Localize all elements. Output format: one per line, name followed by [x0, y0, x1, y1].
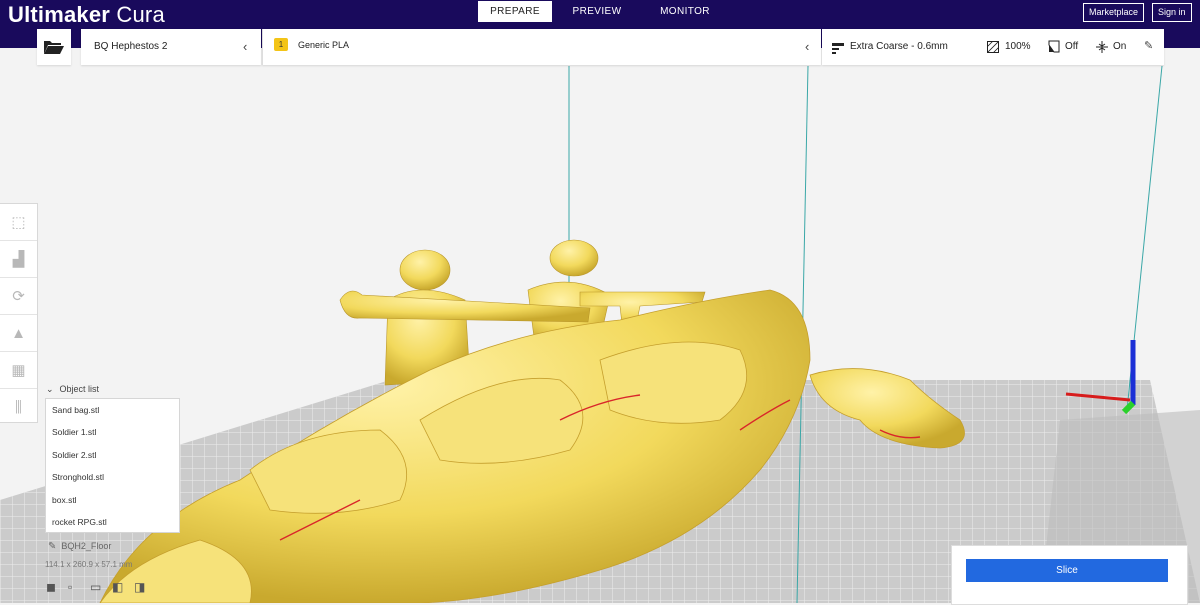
view-orientation-bar: ◼ ▫ ▭ ◧ ◨ [46, 580, 148, 594]
object-list: Sand bag.stl Soldier 1.stl Soldier 2.stl… [45, 398, 180, 533]
folder-open-icon [44, 41, 64, 54]
mirror-tool-button[interactable]: ▲ [0, 315, 37, 352]
support-blocker-icon: ⫼ [15, 398, 22, 416]
printer-name: BQ Hephestos 2 [94, 41, 168, 52]
quality-icon [832, 41, 844, 59]
sign-in-button[interactable]: Sign in [1152, 3, 1192, 22]
tool-panel: ⬚ ▟ ⟳ ▲ ▦ ⫼ [0, 203, 38, 423]
move-icon: ⬚ [11, 214, 26, 231]
view-top-icon[interactable]: ▭ [90, 580, 104, 594]
chevron-left-icon: ‹ [243, 39, 248, 54]
printer-selector[interactable]: BQ Hephestos 2 ‹ [81, 29, 261, 65]
chevron-left-icon: ‹ [805, 39, 810, 54]
pencil-icon[interactable]: ✎ [48, 541, 56, 552]
list-item[interactable]: rocket RPG.stl [46, 511, 179, 533]
tab-prepare[interactable]: PREPARE [478, 1, 552, 22]
slice-button[interactable]: Slice [966, 559, 1168, 582]
view-front-icon[interactable]: ▫ [68, 580, 82, 594]
print-settings-selector[interactable]: Extra Coarse - 0.6mm 100% Off On ✎ [822, 29, 1164, 65]
list-item[interactable]: Soldier 2.stl [46, 444, 179, 466]
material-name: Generic PLA [298, 40, 350, 50]
pencil-icon[interactable]: ✎ [1144, 39, 1153, 52]
object-list-toggle[interactable]: ⌄ Object list [46, 384, 99, 395]
stage-tabs: PREPARE PREVIEW MONITOR [478, 1, 732, 22]
support-blocker-button[interactable]: ⫼ [0, 389, 37, 425]
infill-icon [986, 40, 1000, 58]
build-volume-viewport[interactable] [0, 0, 1200, 603]
mirror-icon: ▲ [11, 324, 26, 342]
open-file-button[interactable] [37, 29, 71, 65]
move-tool-button[interactable]: ⬚ [0, 204, 37, 241]
scale-icon: ▟ [12, 251, 25, 268]
extruder-badge-icon: 1 [274, 38, 288, 51]
rotate-tool-button[interactable]: ⟳ [0, 278, 37, 315]
view-3d-icon[interactable]: ◼ [46, 580, 60, 594]
rotate-icon: ⟳ [12, 288, 25, 305]
per-model-settings-icon: ▦ [11, 362, 26, 379]
list-item[interactable]: box.stl [46, 489, 179, 511]
build-plate-name: BQH2_Floor [61, 541, 112, 551]
list-item[interactable]: Stronghold.stl [46, 466, 179, 488]
build-plate-info: ✎ BQH2_Floor [48, 541, 111, 552]
list-item[interactable]: Soldier 1.stl [46, 421, 179, 443]
model-dimensions: 114.1 x 260.9 x 57.1 mm [45, 560, 133, 569]
view-left-icon[interactable]: ◧ [112, 580, 126, 594]
support-value: Off [1065, 41, 1079, 52]
material-selector[interactable]: 1 Generic PLA ‹ [262, 29, 821, 65]
action-panel: Slice [951, 545, 1188, 605]
chevron-down-icon: ⌄ [46, 384, 54, 394]
view-right-icon[interactable]: ◨ [134, 580, 148, 594]
tab-monitor[interactable]: MONITOR [642, 1, 728, 22]
adhesion-value: On [1113, 41, 1127, 52]
infill-value: 100% [1005, 41, 1031, 52]
quality-profile: Extra Coarse - 0.6mm [850, 41, 948, 52]
marketplace-button[interactable]: Marketplace [1083, 3, 1145, 22]
list-item[interactable]: Sand bag.stl [46, 399, 179, 421]
per-model-settings-button[interactable]: ▦ [0, 352, 37, 389]
tab-preview[interactable]: PREVIEW [556, 1, 638, 22]
app-logo: Ultimaker Cura [8, 2, 165, 27]
scale-tool-button[interactable]: ▟ [0, 241, 37, 278]
adhesion-icon [1096, 40, 1108, 58]
support-icon [1048, 40, 1060, 58]
